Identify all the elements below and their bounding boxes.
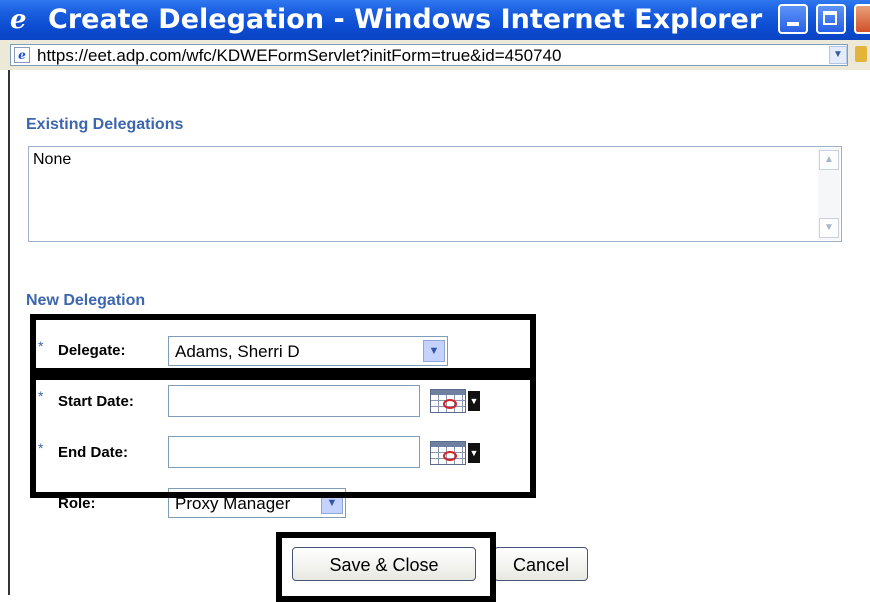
required-marker: * <box>38 388 44 404</box>
calendar-icon <box>430 389 466 413</box>
scroll-down-icon[interactable]: ▼ <box>819 218 839 238</box>
new-delegation-label: New Delegation <box>26 292 146 309</box>
calendar-icon <box>430 441 466 465</box>
address-url[interactable]: https://eet.adp.com/wfc/KDWEFormServlet?… <box>37 46 561 66</box>
address-field[interactable]: e https://eet.adp.com/wfc/KDWEFormServle… <box>10 44 848 66</box>
lock-icon <box>855 46 867 62</box>
close-button[interactable] <box>854 4 870 34</box>
cancel-button[interactable]: Cancel <box>494 547 588 581</box>
calendar-dropdown-icon: ▼ <box>468 391 480 411</box>
page-content: Existing Delegations None ▲ ▼ New Delega… <box>8 70 870 602</box>
chevron-down-icon[interactable]: ▼ <box>423 340 445 362</box>
start-date-input[interactable] <box>168 385 420 417</box>
save-close-button[interactable]: Save & Close <box>292 547 476 581</box>
existing-delegations-list: None ▲ ▼ <box>28 146 842 242</box>
end-date-input[interactable] <box>168 436 420 468</box>
maximize-button[interactable] <box>816 4 846 34</box>
calendar-dropdown-icon: ▼ <box>468 443 480 463</box>
start-date-label: Start Date: <box>58 393 134 410</box>
role-label: Role: <box>58 495 96 512</box>
address-bar: e https://eet.adp.com/wfc/KDWEFormServle… <box>0 40 870 70</box>
required-marker: * <box>38 440 44 456</box>
existing-delegations-value: None <box>33 151 72 168</box>
minimize-button[interactable] <box>778 4 808 34</box>
end-date-calendar-button[interactable]: ▼ <box>430 439 482 467</box>
delegate-label: Delegate: <box>58 342 126 359</box>
vertical-scrollbar[interactable]: ▲ ▼ <box>818 148 840 240</box>
existing-delegations-label: Existing Delegations <box>26 116 184 133</box>
page-icon: e <box>14 47 30 63</box>
end-date-label: End Date: <box>58 444 129 461</box>
title-bar: e Create Delegation - Windows Internet E… <box>0 0 870 40</box>
required-marker: * <box>38 338 44 354</box>
chevron-down-icon[interactable]: ▼ <box>321 492 343 514</box>
scroll-up-icon[interactable]: ▲ <box>819 150 839 170</box>
internet-explorer-icon: e <box>10 5 27 35</box>
start-date-calendar-button[interactable]: ▼ <box>430 387 482 415</box>
role-value: Proxy Manager <box>175 494 291 513</box>
delegate-value: Adams, Sherri D <box>175 342 300 361</box>
window-title: Create Delegation - Windows Internet Exp… <box>48 4 763 35</box>
delegate-select[interactable]: Adams, Sherri D ▼ <box>168 336 448 366</box>
address-dropdown-icon[interactable]: ▼ <box>829 46 847 64</box>
role-select[interactable]: Proxy Manager ▼ <box>168 488 346 518</box>
